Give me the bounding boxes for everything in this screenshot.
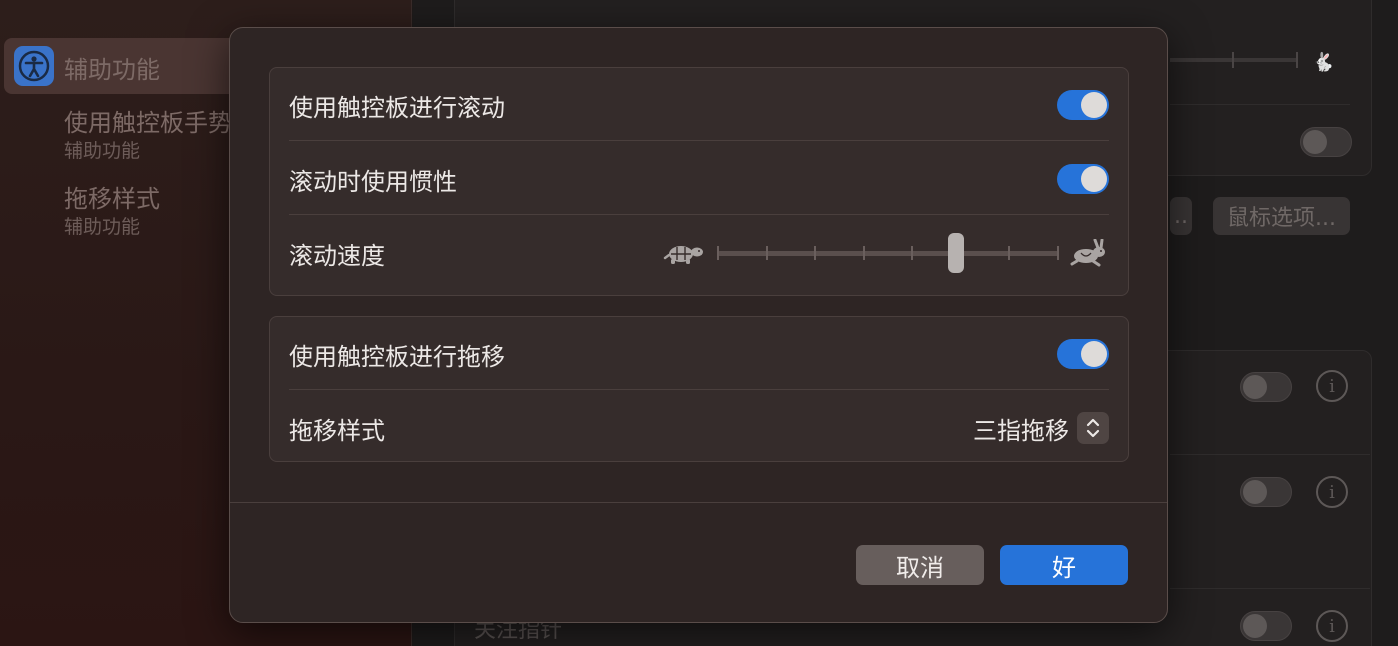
background-divider bbox=[1170, 454, 1370, 455]
inertia-toggle[interactable] bbox=[1057, 164, 1109, 194]
slider-tick bbox=[1057, 246, 1059, 260]
drag-toggle-label: 使用触控板进行拖移 bbox=[289, 342, 505, 371]
drag-toggle-row: 使用触控板进行拖移 bbox=[289, 317, 1109, 391]
slider-tick bbox=[814, 246, 816, 260]
drag-style-popup[interactable]: 三指拖移 bbox=[973, 411, 1109, 446]
sidebar-item-gestures-label[interactable]: 使用触控板手势 bbox=[64, 103, 232, 138]
sidebar-item-drag-style-sublabel: 辅助功能 bbox=[64, 216, 141, 238]
scroll-toggle-row: 使用触控板进行滚动 bbox=[289, 68, 1109, 142]
scroll-toggle[interactable] bbox=[1057, 90, 1109, 120]
ok-button[interactable]: 好 bbox=[1000, 545, 1128, 585]
scroll-speed-control bbox=[663, 233, 1109, 273]
sidebar-item-label: 辅助功能 bbox=[64, 56, 160, 84]
slider-tick bbox=[911, 246, 913, 260]
background-toggle[interactable] bbox=[1240, 477, 1292, 507]
toggle-knob bbox=[1081, 92, 1107, 118]
info-icon[interactable]: i bbox=[1316, 476, 1348, 508]
drag-style-value: 三指拖移 bbox=[973, 416, 1069, 445]
background-button-partial[interactable]: .. bbox=[1170, 197, 1192, 235]
sheet-divider bbox=[230, 502, 1167, 503]
drag-settings-group: 使用触控板进行拖移 拖移样式 三指拖移 bbox=[269, 316, 1129, 462]
background-toggle[interactable] bbox=[1240, 611, 1292, 641]
cancel-button[interactable]: 取消 bbox=[856, 545, 984, 585]
trackpad-options-sheet: 使用触控板进行滚动 滚动时使用惯性 滚动速度 使用触控板进行拖移 拖移样式 三指… bbox=[229, 27, 1168, 623]
accessibility-icon bbox=[14, 46, 54, 86]
sidebar-item-drag-style-label[interactable]: 拖移样式 bbox=[64, 179, 160, 214]
drag-toggle[interactable] bbox=[1057, 339, 1109, 369]
scroll-speed-label: 滚动速度 bbox=[289, 241, 385, 270]
row-divider bbox=[289, 389, 1109, 390]
background-toggle[interactable] bbox=[1300, 127, 1352, 157]
inertia-toggle-label: 滚动时使用惯性 bbox=[289, 167, 457, 196]
chevron-up-down-icon bbox=[1077, 412, 1109, 444]
background-divider bbox=[1170, 104, 1350, 105]
mouse-options-button[interactable]: 鼠标选项... bbox=[1213, 197, 1350, 235]
slider-tick bbox=[1008, 246, 1010, 260]
row-divider bbox=[289, 214, 1109, 215]
scroll-speed-slider[interactable] bbox=[717, 233, 1059, 273]
toggle-knob bbox=[1081, 166, 1107, 192]
drag-style-row: 拖移样式 三指拖移 bbox=[289, 391, 1109, 465]
slider-tick bbox=[863, 246, 865, 260]
sidebar-item-gestures-sublabel: 辅助功能 bbox=[64, 140, 141, 162]
slider-thumb[interactable] bbox=[948, 233, 964, 273]
info-icon[interactable]: i bbox=[1316, 370, 1348, 402]
info-icon[interactable]: i bbox=[1316, 610, 1348, 642]
drag-style-label: 拖移样式 bbox=[289, 416, 385, 445]
scroll-settings-group: 使用触控板进行滚动 滚动时使用惯性 滚动速度 bbox=[269, 67, 1129, 296]
background-divider bbox=[1170, 588, 1370, 589]
background-toggle[interactable] bbox=[1240, 372, 1292, 402]
scroll-toggle-label: 使用触控板进行滚动 bbox=[289, 93, 505, 122]
svg-text:🐇: 🐇 bbox=[1312, 51, 1334, 73]
background-slider: 🐇 bbox=[1170, 51, 1334, 73]
inertia-toggle-row: 滚动时使用惯性 bbox=[289, 142, 1109, 216]
slider-tick bbox=[717, 246, 719, 260]
toggle-knob bbox=[1081, 341, 1107, 367]
slider-tick bbox=[766, 246, 768, 260]
scroll-speed-row: 滚动速度 bbox=[289, 216, 1109, 290]
hare-icon bbox=[1070, 239, 1105, 267]
tortoise-icon bbox=[663, 246, 703, 264]
row-divider bbox=[289, 140, 1109, 141]
